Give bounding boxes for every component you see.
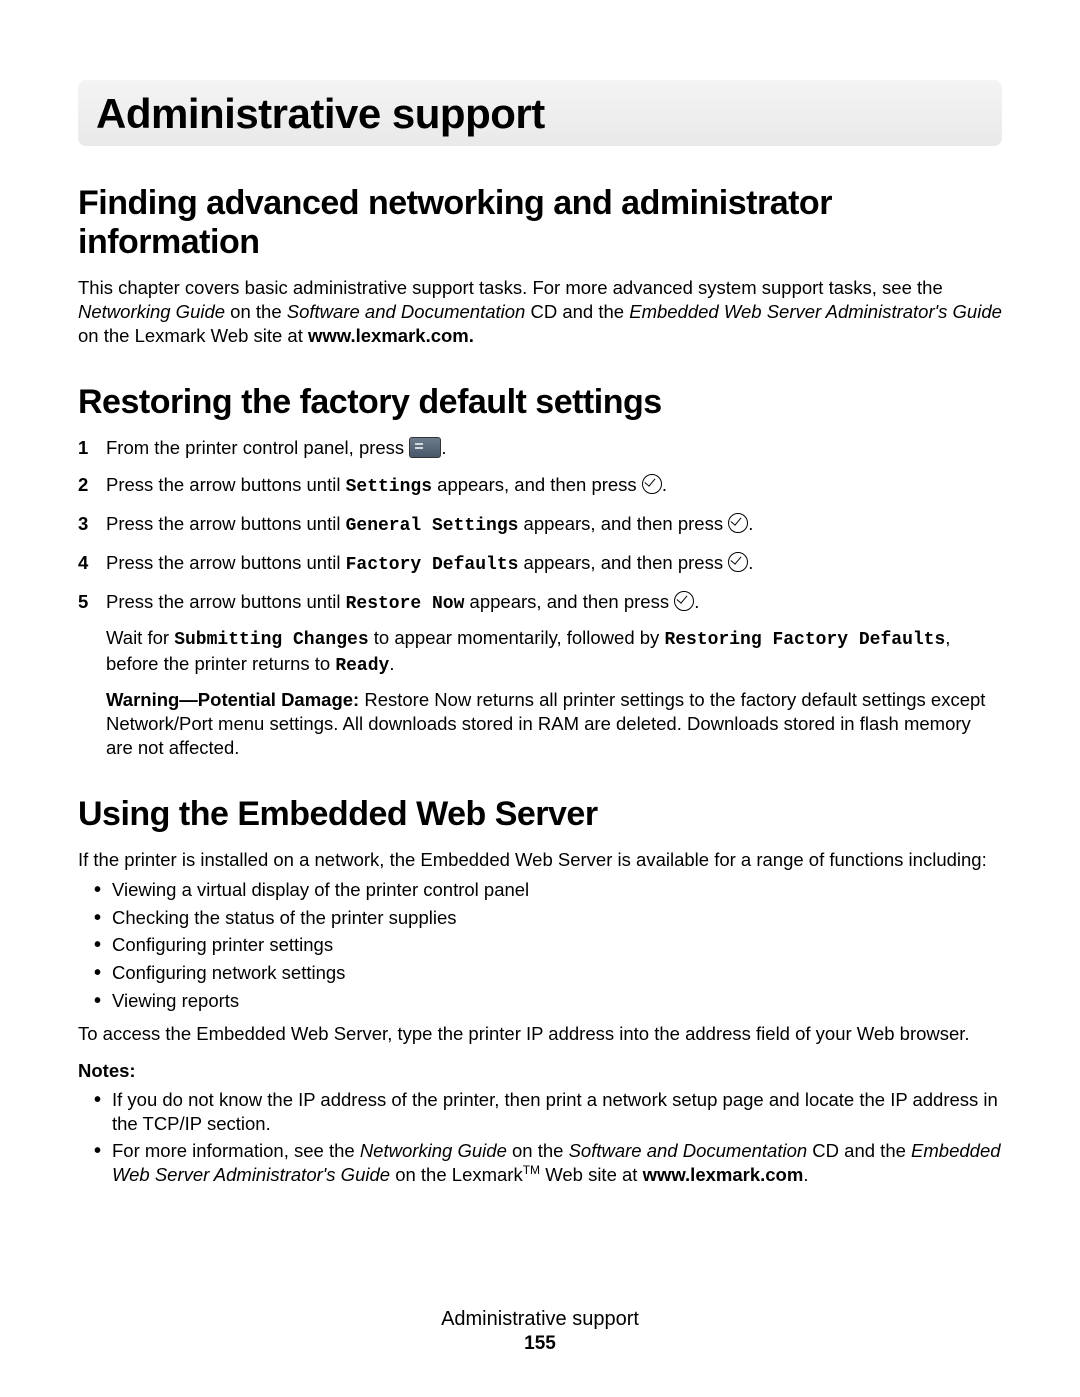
check-circle-icon — [642, 474, 662, 494]
document-page: Administrative support Finding advanced … — [0, 0, 1080, 1397]
section-restoring-defaults: Restoring the factory default settings F… — [78, 383, 1002, 759]
page-number: 155 — [0, 1333, 1080, 1355]
trademark-superscript: TM — [523, 1163, 540, 1177]
check-circle-icon — [674, 591, 694, 611]
text: CD and the — [807, 1140, 911, 1161]
chapter-title: Administrative support — [96, 90, 984, 138]
footer-section-name: Administrative support — [0, 1308, 1080, 1331]
text: From the printer control panel, press — [106, 437, 409, 458]
text: . — [389, 653, 394, 674]
doc-title-italic: Networking Guide — [360, 1140, 507, 1161]
text: . — [441, 437, 446, 458]
page-footer: Administrative support 155 — [0, 1308, 1080, 1355]
text: on the — [225, 301, 287, 322]
doc-title-italic: Software and Documentation — [569, 1140, 808, 1161]
text: . — [662, 474, 667, 495]
display-text-mono: Submitting Changes — [174, 630, 368, 650]
text: appears, and then press — [464, 591, 674, 612]
display-text-mono: Ready — [335, 656, 389, 676]
text: appears, and then press — [518, 552, 728, 573]
list-item: Viewing reports — [112, 989, 1002, 1013]
text: Press the arrow buttons until — [106, 513, 346, 534]
step-item: Press the arrow buttons until Factory De… — [78, 551, 1002, 577]
text: on the Lexmark Web site at — [78, 325, 308, 346]
paragraph: If the printer is installed on a network… — [78, 848, 1002, 872]
list-item: Viewing a virtual display of the printer… — [112, 878, 1002, 902]
step-item: Press the arrow buttons until Settings a… — [78, 473, 1002, 499]
text: Web site at — [540, 1164, 642, 1185]
list-item: Checking the status of the printer suppl… — [112, 906, 1002, 930]
doc-title-italic: Software and Documentation — [287, 301, 526, 322]
section-heading: Finding advanced networking and administ… — [78, 184, 1002, 262]
text: This chapter covers basic administrative… — [78, 277, 943, 298]
section-finding-info: Finding advanced networking and administ… — [78, 184, 1002, 347]
text: Wait for — [106, 627, 174, 648]
notes-heading: Notes: — [78, 1060, 1002, 1082]
section-embedded-web-server: Using the Embedded Web Server If the pri… — [78, 795, 1002, 1187]
url-bold: www.lexmark.com. — [308, 325, 474, 346]
text: on the Lexmark — [390, 1164, 523, 1185]
list-item: For more information, see the Networking… — [112, 1139, 1002, 1187]
section-heading: Restoring the factory default settings — [78, 383, 1002, 422]
check-circle-icon — [728, 513, 748, 533]
check-circle-icon — [728, 552, 748, 572]
text: on the — [507, 1140, 569, 1161]
menu-button-icon — [409, 437, 441, 458]
text: Press the arrow buttons until — [106, 552, 346, 573]
text: appears, and then press — [518, 513, 728, 534]
warning-paragraph: Warning—Potential Damage: Restore Now re… — [106, 688, 1002, 759]
text: . — [748, 513, 753, 534]
text: CD and the — [525, 301, 629, 322]
display-text-mono: General Settings — [346, 516, 519, 536]
text: . — [748, 552, 753, 573]
warning-label: Warning—Potential Damage: — [106, 689, 364, 710]
paragraph: This chapter covers basic administrative… — [78, 276, 1002, 347]
text: For more information, see the — [112, 1140, 360, 1161]
display-text-mono: Restoring Factory Defaults — [664, 630, 945, 650]
url-bold: www.lexmark.com — [643, 1164, 804, 1185]
doc-title-italic: Embedded Web Server Administrator's Guid… — [629, 301, 1002, 322]
doc-title-italic: Networking Guide — [78, 301, 225, 322]
text: Press the arrow buttons until — [106, 474, 346, 495]
text: to appear momentarily, followed by — [369, 627, 665, 648]
step-item: From the printer control panel, press . — [78, 436, 1002, 460]
numbered-steps: From the printer control panel, press . … — [78, 436, 1002, 759]
list-item: Configuring network settings — [112, 961, 1002, 985]
step-item: Press the arrow buttons until General Se… — [78, 512, 1002, 538]
notes-list: If you do not know the IP address of the… — [78, 1088, 1002, 1187]
paragraph: Wait for Submitting Changes to appear mo… — [106, 626, 1002, 678]
text: . — [803, 1164, 808, 1185]
display-text-mono: Restore Now — [346, 594, 465, 614]
step-item: Press the arrow buttons until Restore No… — [78, 590, 1002, 759]
paragraph: To access the Embedded Web Server, type … — [78, 1022, 1002, 1046]
step-substeps: Wait for Submitting Changes to appear mo… — [106, 626, 1002, 759]
text: . — [694, 591, 699, 612]
chapter-heading-bar: Administrative support — [78, 80, 1002, 146]
list-item: Configuring printer settings — [112, 933, 1002, 957]
section-heading: Using the Embedded Web Server — [78, 795, 1002, 834]
feature-list: Viewing a virtual display of the printer… — [78, 878, 1002, 1012]
display-text-mono: Settings — [346, 477, 432, 497]
display-text-mono: Factory Defaults — [346, 555, 519, 575]
list-item: If you do not know the IP address of the… — [112, 1088, 1002, 1135]
text: Press the arrow buttons until — [106, 591, 346, 612]
text: appears, and then press — [432, 474, 642, 495]
